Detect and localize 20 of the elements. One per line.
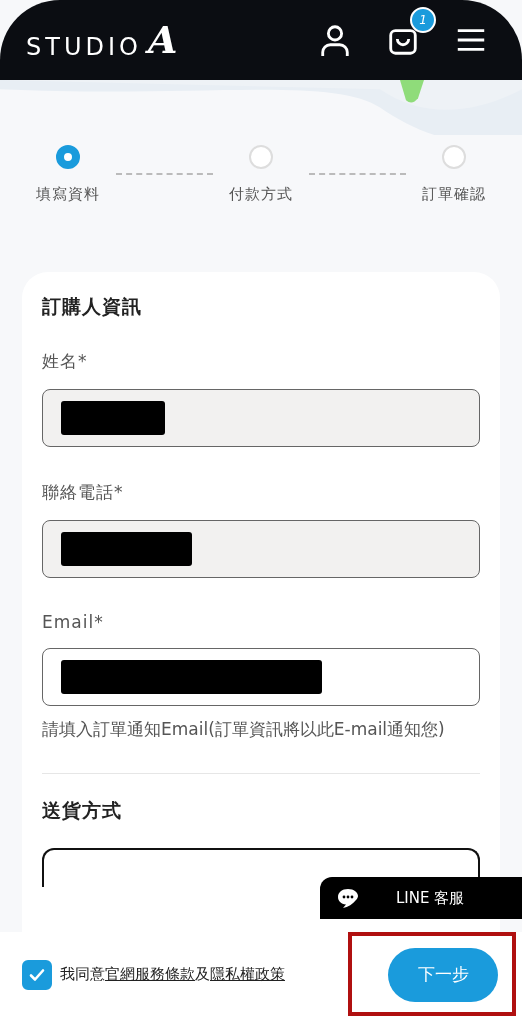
field-label: 姓名* bbox=[42, 350, 89, 373]
agree-text: 我同意官網服務條款及隱私權政策 bbox=[60, 965, 285, 984]
privacy-link[interactable]: 隱私權政策 bbox=[210, 965, 285, 983]
step-label: 填寫資料 bbox=[36, 185, 100, 204]
account-icon[interactable] bbox=[318, 23, 352, 57]
step-label: 付款方式 bbox=[229, 185, 293, 204]
section-title: 送貨方式 bbox=[42, 798, 123, 824]
chat-bubble-icon bbox=[336, 886, 360, 910]
input-field[interactable] bbox=[42, 648, 480, 706]
line-chat-button[interactable]: LINE 客服 bbox=[320, 877, 522, 919]
agree-checkbox[interactable] bbox=[22, 959, 52, 990]
section-title: 訂購人資訊 bbox=[42, 294, 143, 319]
terms-link[interactable]: 官網服務條款 bbox=[105, 965, 195, 983]
field-label: 聯絡電話* bbox=[42, 481, 125, 504]
field-label: Email* bbox=[42, 612, 105, 632]
logo-mark[interactable]: A bbox=[147, 21, 178, 59]
field-hint: 請填入訂單通知Email(訂單資訊將以此E-mail通知您) bbox=[42, 718, 446, 741]
step-label: 訂單確認 bbox=[422, 185, 486, 204]
cart-count-badge: 1 bbox=[410, 7, 436, 33]
logo-text[interactable]: STUDIO bbox=[26, 35, 142, 59]
